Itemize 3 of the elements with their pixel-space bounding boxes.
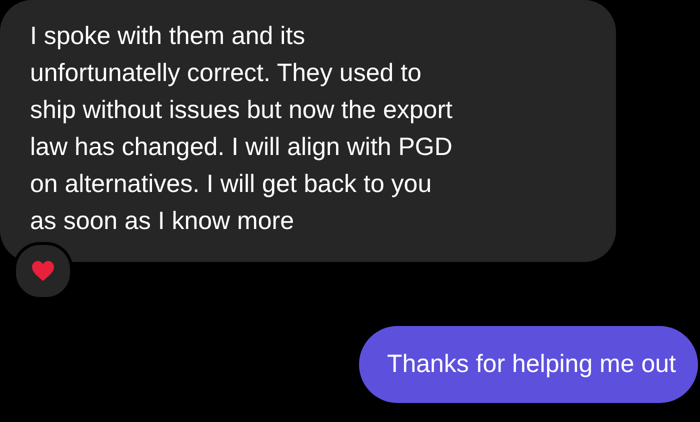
heart-icon [31, 260, 55, 282]
message-bubble: I spoke with them and its unfortunatelly correct. They used to ship without issues but now the export law has changed. I will align with PGD on alternatives. I will get back to you as soon as I know more [0, 0, 616, 262]
message-bubble: Thanks for helping me out [358, 326, 698, 403]
